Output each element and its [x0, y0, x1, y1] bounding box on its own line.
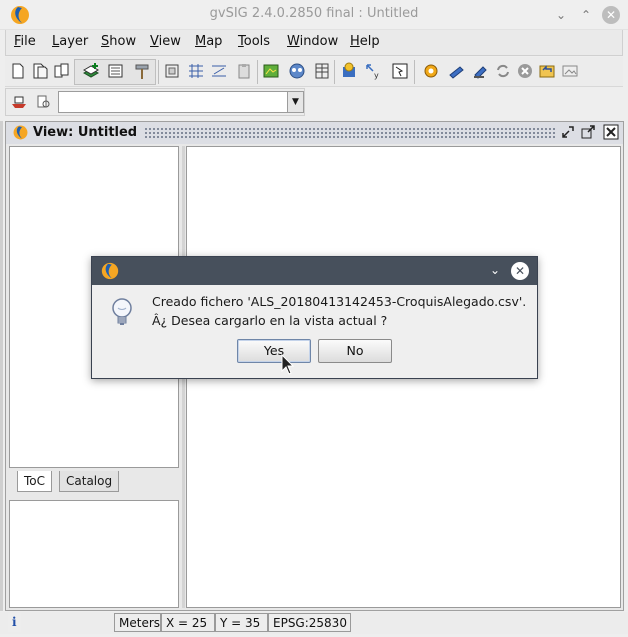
- raster-icon[interactable]: [261, 61, 281, 81]
- dialog-message-line1: Creado fichero 'ALS_20180413142453-Croqu…: [152, 294, 527, 309]
- info-icon[interactable]: i: [8, 613, 21, 632]
- select-info-icon[interactable]: [390, 61, 410, 81]
- globe-icon[interactable]: [287, 61, 307, 81]
- toc-tabs: ToC Catalog: [9, 471, 179, 493]
- save-document-icon[interactable]: [52, 61, 72, 81]
- grid-icon[interactable]: [186, 61, 206, 81]
- open-document-icon[interactable]: [30, 61, 50, 81]
- menu-help[interactable]: Help: [350, 34, 380, 49]
- chevron-down-icon[interactable]: ▼: [287, 92, 303, 112]
- tab-toc[interactable]: ToC: [17, 471, 53, 492]
- maximize-button[interactable]: ⌃: [577, 6, 595, 24]
- layer-list-icon[interactable]: [106, 61, 126, 81]
- table-icon[interactable]: [312, 61, 332, 81]
- axis-icon[interactable]: [209, 61, 229, 81]
- restore-icon[interactable]: [560, 124, 576, 140]
- lightbulb-icon: [112, 298, 132, 325]
- rectangle-select-icon[interactable]: [162, 61, 182, 81]
- menu-show[interactable]: Show: [101, 34, 136, 49]
- confirm-dialog: ⌄ ✕ Creado fichero 'ALS_20180413142453-C…: [91, 256, 538, 379]
- sync-icon[interactable]: [493, 61, 513, 81]
- dialog-close-button[interactable]: ✕: [511, 262, 529, 280]
- cancel-icon[interactable]: [515, 61, 535, 81]
- yes-button[interactable]: Yes: [237, 339, 311, 363]
- close-view-icon[interactable]: [603, 124, 619, 140]
- locator-pane[interactable]: [9, 500, 179, 608]
- dialog-message-line2: Â¿ Desea cargarlo en la vista actual ?: [152, 313, 388, 328]
- menu-file[interactable]: File: [14, 34, 36, 49]
- menu-layer[interactable]: Layer: [52, 34, 88, 49]
- scale-combo[interactable]: ▼: [58, 91, 304, 113]
- minimize-button[interactable]: ⌄: [552, 6, 570, 24]
- dialog-minimize-button[interactable]: ⌄: [488, 263, 502, 277]
- secondary-toolbar: ▼: [5, 88, 305, 116]
- menubar: File Layer Show View Map Tools Window He…: [5, 30, 623, 56]
- add-layer-icon[interactable]: [81, 61, 101, 81]
- menu-map[interactable]: Map: [195, 34, 222, 49]
- edit-icon[interactable]: [447, 61, 467, 81]
- titlebar-grip: [144, 127, 557, 139]
- left-edge: [0, 121, 3, 611]
- window-titlebar: gvSIG 2.4.0.2850 final : Untitled ⌄ ⌃ ✕: [0, 0, 628, 30]
- window-title: gvSIG 2.4.0.2850 final : Untitled: [209, 6, 419, 21]
- edit2-icon[interactable]: [471, 61, 491, 81]
- no-button[interactable]: No: [318, 339, 392, 363]
- status-y: Y = 35: [215, 613, 268, 632]
- gear-blue-icon[interactable]: [339, 61, 359, 81]
- dialog-titlebar: ⌄ ✕: [92, 257, 537, 285]
- hammer-icon[interactable]: [132, 61, 152, 81]
- scale-icon[interactable]: [9, 92, 29, 112]
- mouse-cursor-icon: [281, 354, 295, 375]
- status-units: Meters: [114, 613, 161, 632]
- statusbar: i Meters X = 25 Y = 35 EPSG:25830: [0, 612, 628, 634]
- locate-icon[interactable]: [33, 92, 53, 112]
- settings-gear-icon[interactable]: [421, 61, 441, 81]
- menu-window[interactable]: Window: [287, 34, 338, 49]
- status-x: X = 25: [161, 613, 215, 632]
- menu-tools[interactable]: Tools: [238, 34, 270, 49]
- status-epsg: EPSG:25830: [268, 613, 351, 632]
- close-button[interactable]: ✕: [602, 6, 620, 24]
- tab-catalog[interactable]: Catalog: [59, 471, 120, 492]
- image-icon[interactable]: [560, 61, 580, 81]
- clipboard-icon[interactable]: [234, 61, 254, 81]
- gvsig-logo-icon: [13, 125, 28, 140]
- undo-icon[interactable]: [537, 61, 557, 81]
- measure-icon[interactable]: y: [363, 61, 383, 81]
- gvsig-logo-icon: [101, 262, 119, 280]
- svg-text:y: y: [374, 71, 379, 80]
- main-toolbar: y: [5, 57, 623, 87]
- menu-view[interactable]: View: [150, 34, 181, 49]
- maximize-view-icon[interactable]: [580, 124, 596, 140]
- new-document-icon[interactable]: [8, 61, 28, 81]
- view-titlebar: View: Untitled: [6, 122, 623, 144]
- view-title: View: Untitled: [33, 125, 138, 140]
